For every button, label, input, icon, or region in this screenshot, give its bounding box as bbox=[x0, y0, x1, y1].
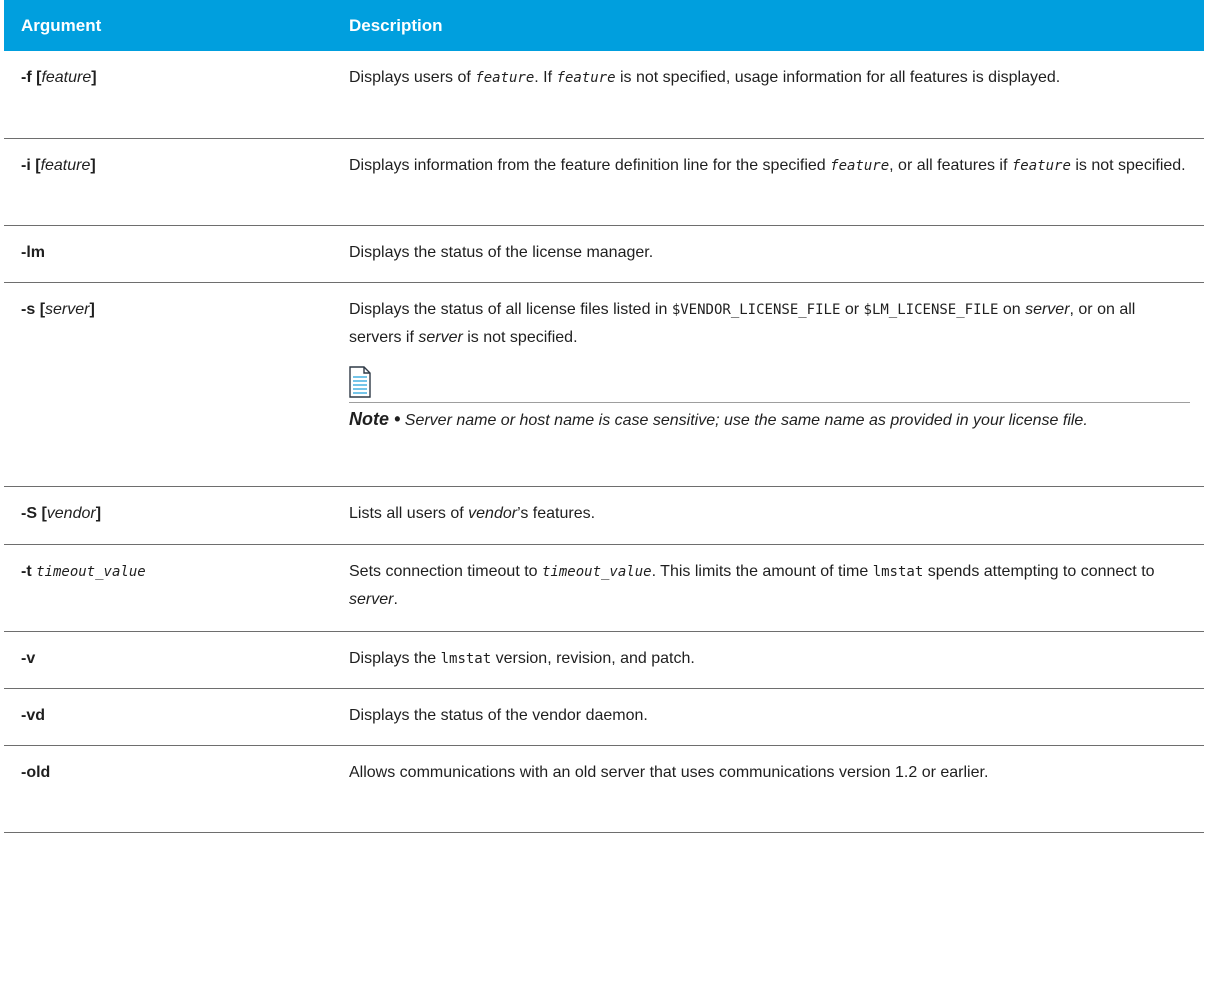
arg-flag: -v bbox=[21, 649, 36, 667]
description-cell: Allows communications with an old server… bbox=[332, 745, 1204, 833]
desc-text: , or all features if bbox=[889, 156, 1012, 174]
table-row: -vd Displays the status of the vendor da… bbox=[4, 688, 1204, 746]
desc-paragraph: Displays the status of all license files… bbox=[349, 296, 1190, 352]
note-text: Server name or host name is case sensiti… bbox=[404, 411, 1088, 429]
desc-text: . bbox=[393, 590, 398, 608]
desc-text: Displays the status of all license files… bbox=[349, 300, 672, 318]
arg-flag: -t bbox=[21, 562, 32, 580]
table-row: -f [feature] Displays users of feature. … bbox=[4, 51, 1204, 139]
table-header-row: Argument Description bbox=[4, 0, 1204, 51]
desc-text: is not specified. bbox=[1070, 156, 1186, 174]
desc-text: Displays users of bbox=[349, 69, 476, 86]
arg-flag: -S bbox=[21, 504, 37, 522]
argument-cell: -vd bbox=[4, 688, 332, 746]
desc-code: $VENDOR_LICENSE_FILE bbox=[671, 301, 841, 318]
header-argument: Argument bbox=[4, 0, 332, 51]
note: Note • Server name or host name is case … bbox=[349, 405, 1190, 435]
table-row: -lm Displays the status of the license m… bbox=[4, 225, 1204, 283]
desc-text: is not specified, usage information for … bbox=[615, 69, 1061, 86]
desc-param: feature bbox=[475, 70, 535, 86]
description-cell: Displays the lmstat version, revision, a… bbox=[332, 631, 1204, 689]
note-divider bbox=[349, 401, 1190, 403]
desc-param: timeout_value bbox=[542, 563, 652, 580]
argument-cell: -f [feature] bbox=[4, 51, 332, 139]
desc-text: Sets connection timeout to bbox=[349, 562, 542, 580]
desc-text: or bbox=[840, 300, 864, 318]
desc-param: server bbox=[1025, 300, 1070, 318]
description-cell: Displays the status of the license manag… bbox=[332, 225, 1204, 283]
description-cell: Displays information from the feature de… bbox=[332, 138, 1204, 226]
argument-cell: -s [server] bbox=[4, 282, 332, 487]
arg-flag: -lm bbox=[21, 243, 45, 261]
desc-param: server bbox=[418, 328, 463, 346]
arg-param: feature bbox=[40, 156, 91, 174]
table-row: -i [feature] Displays information from t… bbox=[4, 138, 1204, 226]
table-row: -old Allows communications with an old s… bbox=[4, 745, 1204, 833]
desc-text: Displays the status of the vendor daemon… bbox=[349, 706, 648, 724]
argument-cell: -S [vendor] bbox=[4, 486, 332, 545]
arg-bracket-close: ] bbox=[95, 504, 102, 522]
description-cell: Displays the status of the vendor daemon… bbox=[332, 688, 1204, 746]
desc-text: Lists all users of bbox=[349, 504, 469, 522]
desc-text: . This limits the amount of time bbox=[651, 562, 873, 580]
argument-cell: -old bbox=[4, 745, 332, 833]
arg-flag: -s bbox=[21, 300, 36, 318]
desc-code: lmstat bbox=[440, 650, 492, 667]
note-label: Note • bbox=[349, 408, 401, 429]
arg-flag: -vd bbox=[21, 706, 45, 724]
arg-param: feature bbox=[41, 69, 92, 86]
header-description: Description bbox=[332, 0, 1204, 51]
arg-flag: -i bbox=[21, 156, 31, 174]
argument-cell: -lm bbox=[4, 225, 332, 283]
description-cell: Lists all users of vendor’s features. bbox=[332, 486, 1204, 545]
description-cell: Displays the status of all license files… bbox=[332, 282, 1204, 487]
arg-bracket-close: ] bbox=[89, 300, 95, 318]
table-row: -s [server] Displays the status of all l… bbox=[4, 282, 1204, 487]
arg-bracket-close: ] bbox=[91, 69, 97, 86]
desc-param: feature bbox=[556, 70, 616, 86]
desc-text: is not specified. bbox=[462, 328, 578, 346]
argument-cell: -v bbox=[4, 631, 332, 689]
description-cell: Sets connection timeout to timeout_value… bbox=[332, 544, 1204, 632]
desc-text: . If bbox=[534, 69, 557, 86]
desc-text: spends attempting to connect to bbox=[923, 562, 1155, 580]
arg-param: timeout_value bbox=[36, 563, 146, 580]
table-row: -v Displays the lmstat version, revision… bbox=[4, 631, 1204, 689]
desc-param: feature bbox=[1011, 157, 1071, 174]
desc-text: Displays information from the feature de… bbox=[349, 156, 831, 174]
desc-param: server bbox=[349, 590, 394, 608]
arg-flag: -f bbox=[21, 69, 32, 86]
arg-flag: -old bbox=[21, 763, 51, 781]
desc-text: Displays the status of the license manag… bbox=[349, 243, 654, 261]
desc-text: on bbox=[998, 300, 1026, 318]
arg-bracket-close: ] bbox=[90, 156, 96, 174]
desc-text: Allows communications with an old server… bbox=[349, 763, 989, 781]
argument-cell: -i [feature] bbox=[4, 138, 332, 226]
desc-text: Displays the bbox=[349, 649, 441, 667]
desc-text: version, revision, and patch. bbox=[491, 649, 695, 667]
desc-param: feature bbox=[830, 157, 890, 174]
document-note-icon bbox=[349, 365, 371, 398]
desc-code: lmstat bbox=[872, 563, 924, 580]
arguments-table: Argument Description -f [feature] Displa… bbox=[4, 0, 1204, 833]
desc-param: vendor bbox=[468, 504, 518, 522]
table-row: -S [vendor] Lists all users of vendor’s … bbox=[4, 486, 1204, 545]
arg-param: server bbox=[45, 300, 90, 318]
arg-param: vendor bbox=[46, 504, 96, 522]
table-row: -t timeout_value Sets connection timeout… bbox=[4, 544, 1204, 632]
desc-text: ’s features. bbox=[517, 504, 596, 522]
argument-cell: -t timeout_value bbox=[4, 544, 332, 632]
desc-code: $LM_LICENSE_FILE bbox=[863, 301, 999, 318]
description-cell: Displays users of feature. If feature is… bbox=[332, 51, 1204, 139]
